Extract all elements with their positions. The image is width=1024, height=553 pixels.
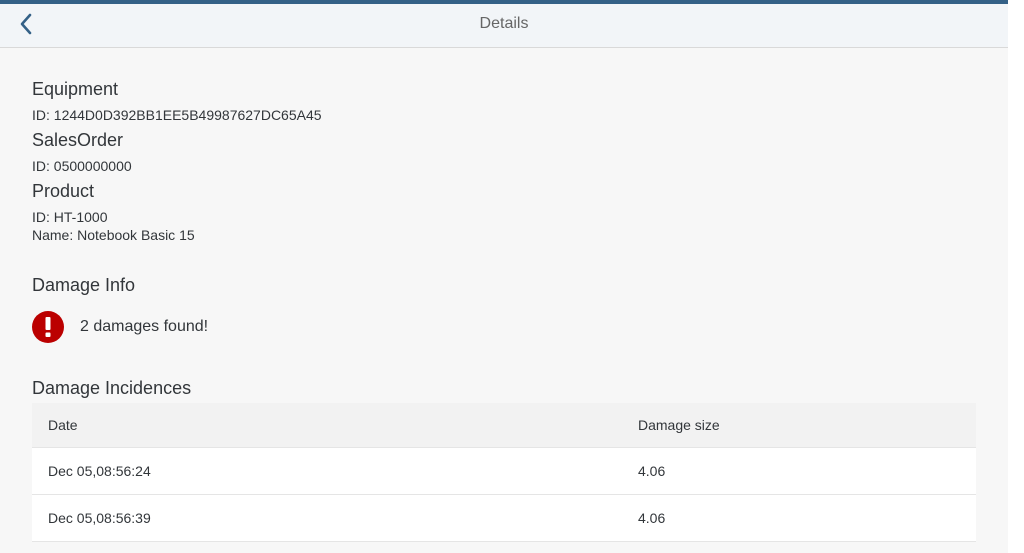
product-id: ID: HT-1000 [32, 209, 108, 225]
cell-damage-size: 4.06 [638, 463, 666, 479]
damage-info-title: Damage Info [32, 275, 136, 295]
equipment-title: Equipment [32, 79, 119, 99]
sales-order-title: SalesOrder [32, 130, 124, 150]
window-edge [1008, 0, 1024, 553]
damage-incidences-title: Damage Incidences [32, 378, 192, 398]
cell-damage-size: 4.06 [638, 510, 666, 526]
equipment-id: ID: 1244D0D392BB1EE5B49987627DC65A45 [32, 107, 322, 123]
sales-order-id: ID: 0500000000 [32, 158, 132, 174]
cell-date: Dec 05,08:56:39 [48, 510, 151, 526]
product-name: Name: Notebook Basic 15 [32, 227, 195, 243]
damage-status: 2 damages found! [32, 310, 208, 344]
damage-message: 2 damages found! [80, 318, 209, 335]
column-header-damage-size: Damage size [638, 417, 720, 433]
page-title: Details [479, 15, 529, 32]
damage-incidences-table: Date Damage size Dec 05,08:56:24 4.06 De… [32, 403, 976, 542]
table-row[interactable]: Dec 05,08:56:39 4.06 [32, 495, 976, 542]
table-header: Date Damage size [32, 403, 976, 448]
column-header-date: Date [48, 417, 78, 433]
cell-date: Dec 05,08:56:24 [48, 463, 151, 479]
page-header: Details [0, 4, 1008, 48]
product-title: Product [32, 181, 95, 201]
error-icon [32, 311, 64, 343]
table-row[interactable]: Dec 05,08:56:24 4.06 [32, 448, 976, 495]
app-window: Details Equipment ID: 1244D0D392BB1EE5B4… [0, 0, 1008, 553]
